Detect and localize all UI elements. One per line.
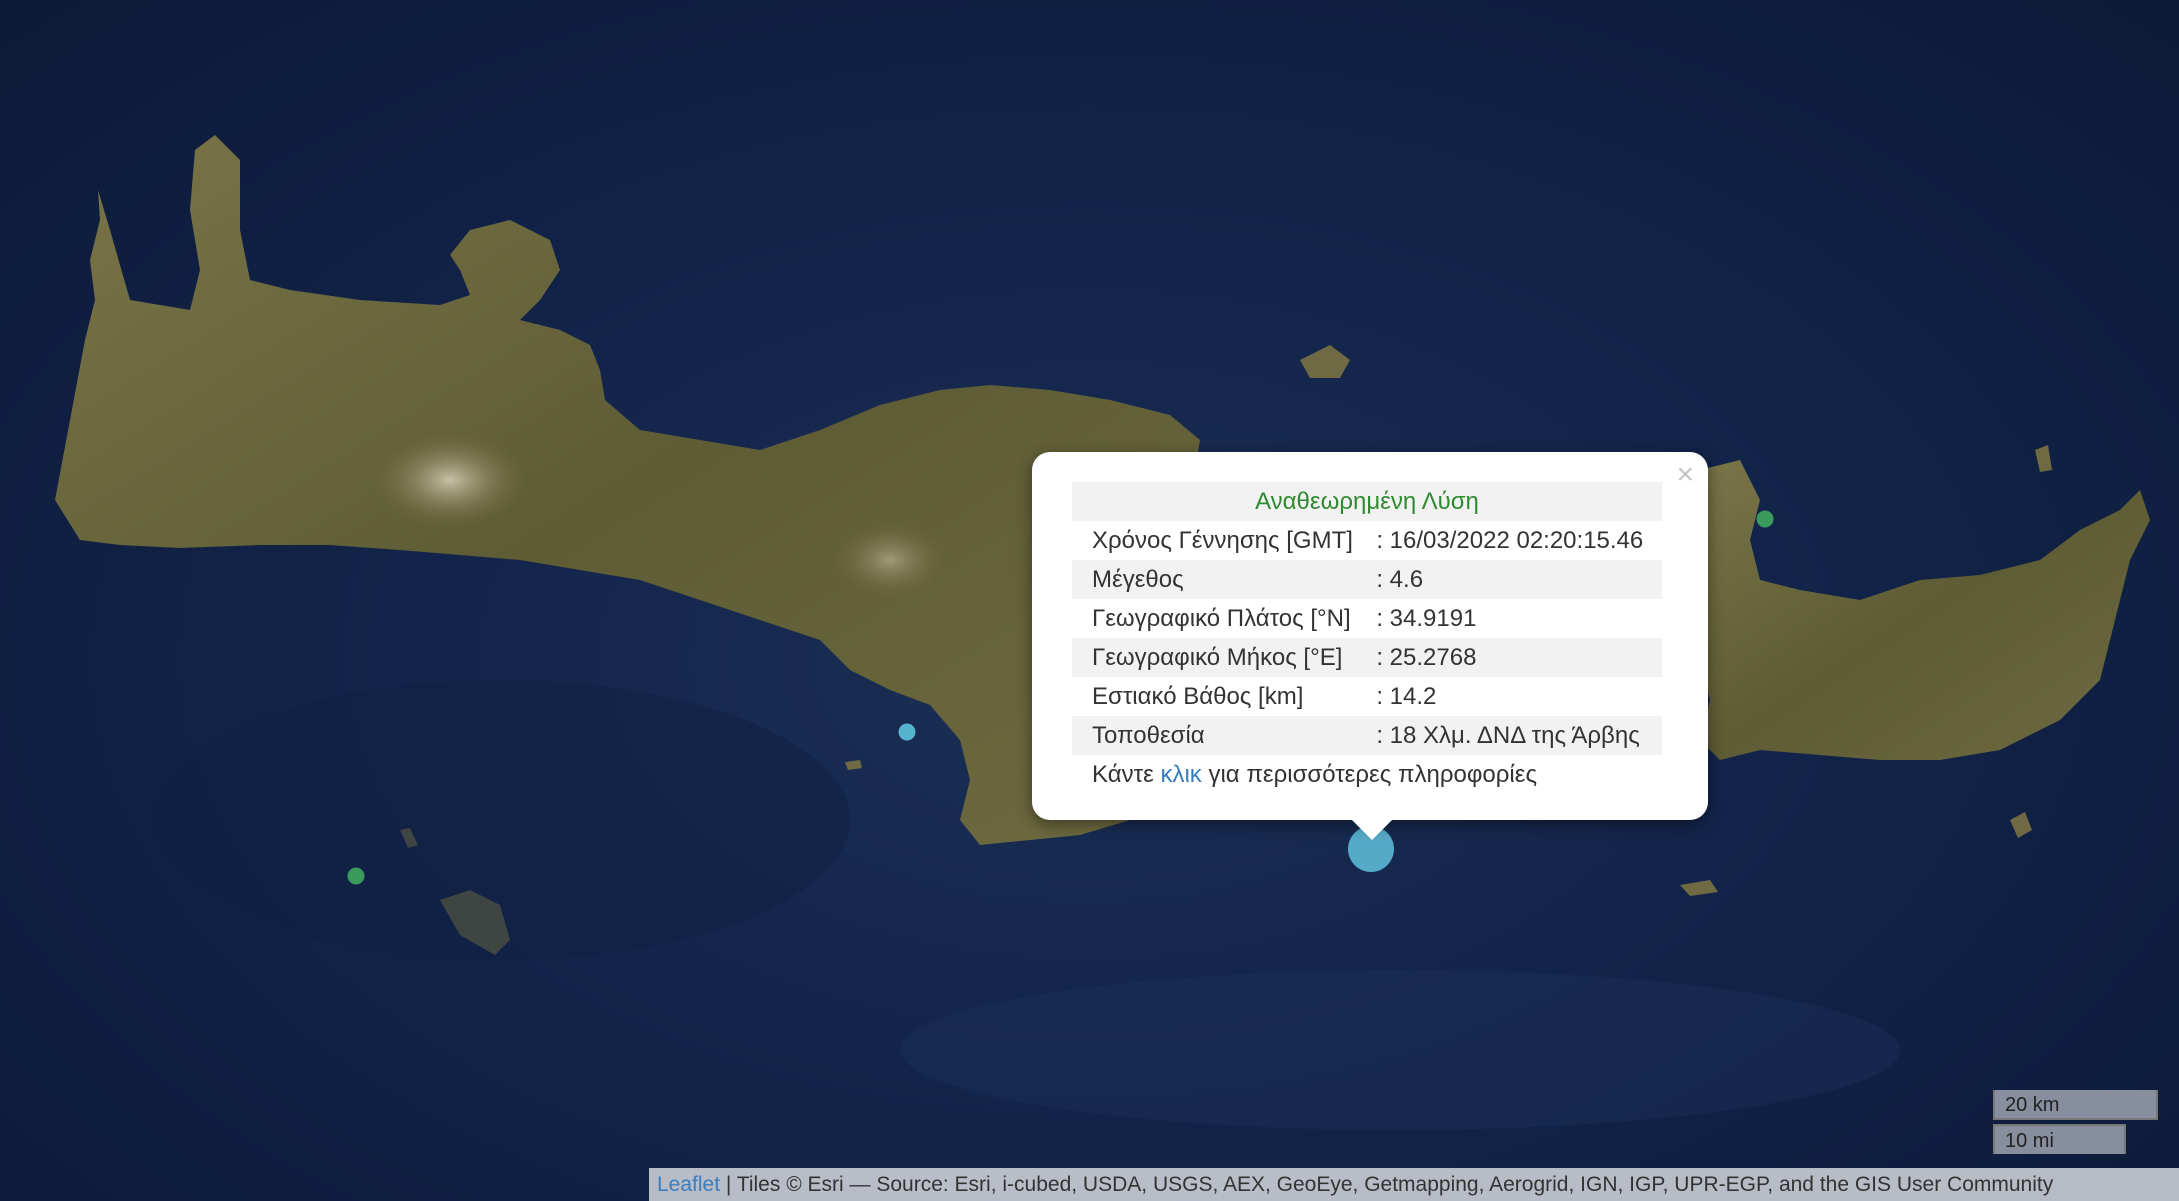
- footer-text-after: για περισσότερες πληροφορίες: [1201, 760, 1538, 788]
- row-label: Γεωγραφικό Πλάτος [°N]: [1092, 604, 1351, 632]
- row-label: Χρόνος Γέννησης [GMT]: [1092, 526, 1353, 554]
- scale-km: 20 km: [1993, 1090, 2158, 1120]
- popup-title-row: Αναθεωρημένη Λύση: [1072, 482, 1662, 521]
- popup-tip: [1350, 818, 1394, 840]
- table-row: Γεωγραφικό Πλάτος [°N] : 34.9191: [1072, 599, 1662, 638]
- crete-landmass-east: [1700, 460, 2150, 760]
- row-label: Μέγεθος: [1072, 560, 1373, 599]
- map-container[interactable]: × Αναθεωρημένη Λύση Χρόνος Γέννησης [GMT…: [0, 0, 2179, 1201]
- scale-mi: 10 mi: [1993, 1124, 2126, 1154]
- row-value: : 4.6: [1372, 560, 1662, 599]
- earthquake-marker[interactable]: [898, 723, 916, 741]
- attribution-text: | Tiles © Esri — Source: Esri, i-cubed, …: [720, 1173, 2054, 1196]
- row-value: : 14.2: [1376, 682, 1437, 710]
- row-value: : 16/03/2022 02:20:15.46: [1376, 526, 1644, 554]
- earthquake-marker[interactable]: [347, 867, 365, 885]
- leaflet-link[interactable]: Leaflet: [657, 1173, 720, 1196]
- earthquake-marker[interactable]: [1756, 510, 1774, 528]
- sea-shelf: [150, 680, 850, 960]
- table-row: Μέγεθος : 4.6: [1072, 560, 1662, 599]
- mountain-psiloritis: [830, 520, 950, 600]
- islet-dia: [1300, 345, 1350, 378]
- popup-title: Αναθεωρημένη Λύση: [1072, 482, 1662, 521]
- popup-footer-row: Κάντε κλικ για περισσότερες πληροφορίες: [1072, 755, 1662, 794]
- islet-small-2: [1680, 880, 1718, 896]
- more-info-link[interactable]: κλικ: [1160, 761, 1201, 788]
- row-label: Γεωγραφικό Μήκος [°E]: [1072, 638, 1373, 677]
- attribution: Leaflet | Tiles © Esri — Source: Esri, i…: [649, 1168, 2179, 1201]
- table-row: Χρόνος Γέννησης [GMT] : 16/03/2022 02:20…: [1072, 521, 1662, 560]
- earthquake-details-table: Αναθεωρημένη Λύση Χρόνος Γέννησης [GMT] …: [1072, 482, 1662, 794]
- popup-footer: Κάντε κλικ για περισσότερες πληροφορίες: [1072, 755, 1662, 794]
- footer-text-before: Κάντε: [1092, 760, 1161, 788]
- islet-small-4: [2035, 445, 2052, 472]
- table-row: Γεωγραφικό Μήκος [°E] : 25.2768: [1072, 638, 1662, 677]
- table-row: Εστιακό Βάθος [km] : 14.2: [1072, 677, 1662, 716]
- mountain-white-mountains: [370, 430, 530, 530]
- earthquake-popup: × Αναθεωρημένη Λύση Χρόνος Γέννησης [GMT…: [1032, 452, 1708, 820]
- row-label: Τοποθεσία: [1072, 716, 1373, 755]
- close-icon[interactable]: ×: [1676, 460, 1694, 490]
- row-value: : 18 Χλμ. ΔΝΔ της Άρβης: [1372, 716, 1662, 755]
- islet-small-5: [845, 760, 862, 770]
- table-row: Τοποθεσία : 18 Χλμ. ΔΝΔ της Άρβης: [1072, 716, 1662, 755]
- row-label: Εστιακό Βάθος [km]: [1092, 682, 1304, 710]
- row-value: : 34.9191: [1376, 604, 1477, 632]
- sea-shelf: [900, 970, 1900, 1130]
- islet-small-3: [2010, 812, 2032, 838]
- row-value: : 25.2768: [1372, 638, 1662, 677]
